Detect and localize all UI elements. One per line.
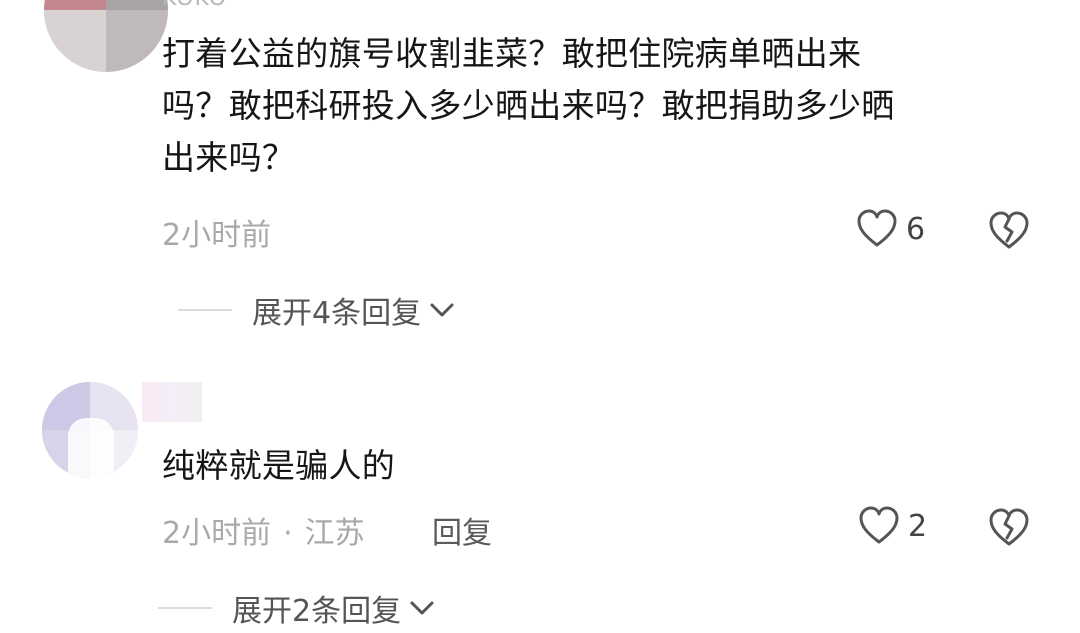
comment-time: 2小时前 bbox=[162, 516, 272, 551]
expand-replies-button[interactable]: 展开4条回复 bbox=[252, 288, 455, 332]
comment-meta: 2小时前 · 江苏 bbox=[162, 508, 365, 552]
expand-replies-button[interactable]: 展开2条回复 bbox=[232, 586, 435, 630]
avatar[interactable] bbox=[42, 382, 138, 478]
like-count: 6 bbox=[906, 211, 926, 247]
like-button[interactable]: 2 bbox=[858, 506, 927, 546]
comment-time: 2小时前 bbox=[162, 218, 272, 253]
expand-replies-label: 展开2条回复 bbox=[232, 594, 402, 629]
meta-separator: · bbox=[283, 516, 293, 551]
avatar-pixel bbox=[106, 10, 168, 72]
avatar-figure bbox=[68, 418, 114, 478]
dislike-button[interactable] bbox=[988, 508, 1030, 552]
username-redacted bbox=[142, 382, 202, 422]
avatar[interactable] bbox=[44, 0, 168, 72]
comment-location: 江苏 bbox=[304, 516, 365, 551]
chevron-down-icon bbox=[430, 303, 454, 317]
dislike-button[interactable] bbox=[988, 211, 1030, 255]
expand-divider bbox=[158, 607, 212, 609]
heart-outline-icon bbox=[859, 506, 899, 544]
heart-outline-icon bbox=[857, 209, 897, 247]
expand-replies-label: 展开4条回复 bbox=[252, 296, 422, 331]
reply-button[interactable]: 回复 bbox=[432, 508, 492, 552]
chevron-down-icon bbox=[410, 601, 434, 615]
expand-divider bbox=[178, 309, 232, 311]
like-button[interactable]: 6 bbox=[856, 209, 925, 249]
username[interactable]: KOKO bbox=[162, 0, 227, 11]
comment-text: 纯粹就是骗人的 bbox=[162, 446, 396, 485]
comment-text: 打着公益的旗号收割韭菜？敢把住院病单晒出来 吗？敢把科研投入多少晒出来吗？敢把捐… bbox=[162, 34, 895, 177]
broken-heart-icon bbox=[989, 211, 1029, 249]
avatar-pixel bbox=[106, 0, 168, 10]
avatar-pixel bbox=[44, 0, 106, 10]
avatar-pixel bbox=[44, 10, 106, 72]
like-count: 2 bbox=[908, 508, 928, 544]
broken-heart-icon bbox=[989, 508, 1029, 546]
